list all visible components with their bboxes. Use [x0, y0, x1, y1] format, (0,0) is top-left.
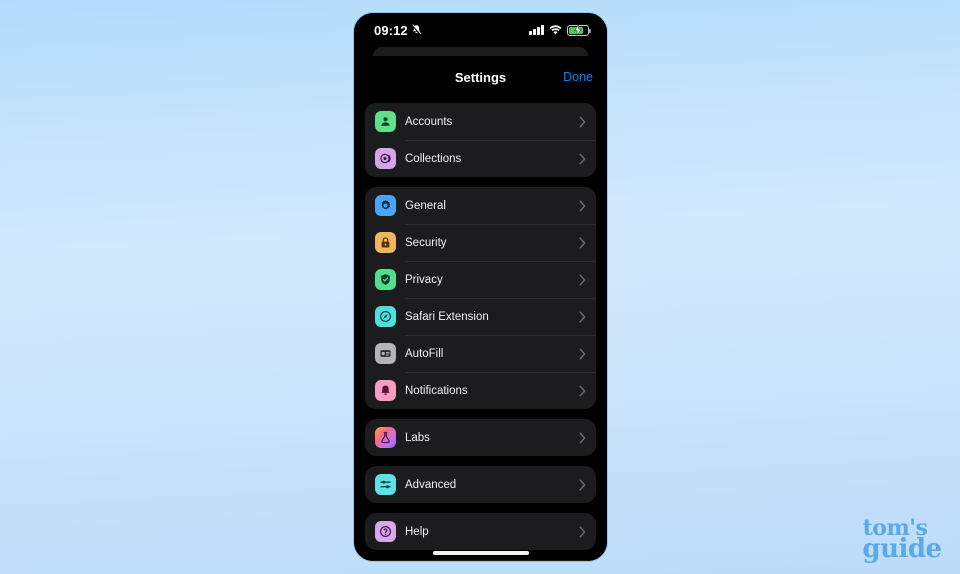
settings-row-collections[interactable]: Collections: [365, 140, 596, 177]
settings-row-advanced[interactable]: Advanced: [365, 466, 596, 503]
wifi-icon: [549, 25, 562, 35]
settings-row-accounts[interactable]: Accounts: [365, 103, 596, 140]
question-mark-icon: [375, 521, 396, 542]
chevron-right-icon: [579, 152, 586, 165]
charging-bolt-icon: [574, 24, 582, 36]
settings-row-general[interactable]: General: [365, 187, 596, 224]
settings-row-label: Advanced: [405, 478, 457, 491]
chevron-right-icon: [579, 310, 586, 323]
settings-group: General Security Privacy Safari Extension Au…: [365, 187, 596, 409]
settings-row-label: Security: [405, 236, 447, 249]
settings-row-label: Help: [405, 525, 429, 538]
settings-row-label: Safari Extension: [405, 310, 489, 323]
gear-icon: [375, 195, 396, 216]
battery-charging-icon: [567, 24, 591, 36]
lock-icon: [375, 232, 396, 253]
collections-icon: [375, 148, 396, 169]
bell-icon: [375, 380, 396, 401]
settings-group: [365, 560, 596, 561]
sheet-grabber-area[interactable]: [354, 47, 607, 61]
phone-frame: 09:12 Settings Done Accounts Collections…: [353, 12, 608, 562]
settings-row-label: Accounts: [405, 115, 453, 128]
flask-icon: [375, 427, 396, 448]
settings-row-safari-extension[interactable]: Safari Extension: [365, 298, 596, 335]
settings-group: Help: [365, 513, 596, 550]
settings-group: Advanced: [365, 466, 596, 503]
chevron-right-icon: [579, 199, 586, 212]
done-button[interactable]: Done: [563, 70, 593, 84]
settings-row-notifications[interactable]: Notifications: [365, 372, 596, 409]
settings-row-autofill[interactable]: AutoFill: [365, 335, 596, 372]
phone-screen: 09:12 Settings Done Accounts Collections…: [354, 13, 607, 561]
chevron-right-icon: [579, 384, 586, 397]
chevron-right-icon: [579, 431, 586, 444]
shield-check-icon: [375, 269, 396, 290]
chevron-right-icon: [579, 236, 586, 249]
chevron-right-icon: [579, 273, 586, 286]
settings-row-label: Labs: [405, 431, 430, 444]
sliders-icon: [375, 474, 396, 495]
sheet-grabber-handle[interactable]: [373, 47, 588, 56]
navigation-bar: Settings Done: [354, 61, 607, 93]
settings-row-item[interactable]: [365, 560, 596, 561]
chevron-right-icon: [579, 478, 586, 491]
person-icon: [375, 111, 396, 132]
settings-row-label: Collections: [405, 152, 462, 165]
settings-row-label: Privacy: [405, 273, 443, 286]
settings-row-label: General: [405, 199, 446, 212]
bell-slash-icon: [411, 24, 422, 36]
chevron-right-icon: [579, 115, 586, 128]
home-indicator[interactable]: [432, 551, 529, 555]
status-bar-left: 09:12: [374, 23, 422, 38]
chevron-right-icon: [579, 347, 586, 360]
toms-guide-watermark: tom's guide: [840, 517, 950, 565]
settings-group: Labs: [365, 419, 596, 456]
cellular-signal-icon: [529, 25, 544, 35]
status-bar-clock: 09:12: [374, 22, 408, 38]
settings-row-label: AutoFill: [405, 347, 444, 360]
settings-row-label: Notifications: [405, 384, 468, 397]
settings-row-privacy[interactable]: Privacy: [365, 261, 596, 298]
card-icon: [375, 343, 396, 364]
settings-group: Accounts Collections: [365, 103, 596, 177]
status-bar-right: [529, 24, 591, 36]
compass-icon: [375, 306, 396, 327]
settings-row-security[interactable]: Security: [365, 224, 596, 261]
page-title: Settings: [454, 69, 507, 85]
status-bar: 09:12: [354, 13, 607, 47]
settings-row-labs[interactable]: Labs: [365, 419, 596, 456]
watermark-line-2: guide: [862, 534, 942, 565]
settings-list[interactable]: Accounts Collections General Security Privac…: [354, 93, 607, 561]
settings-row-help[interactable]: Help: [365, 513, 596, 550]
chevron-right-icon: [579, 525, 586, 538]
